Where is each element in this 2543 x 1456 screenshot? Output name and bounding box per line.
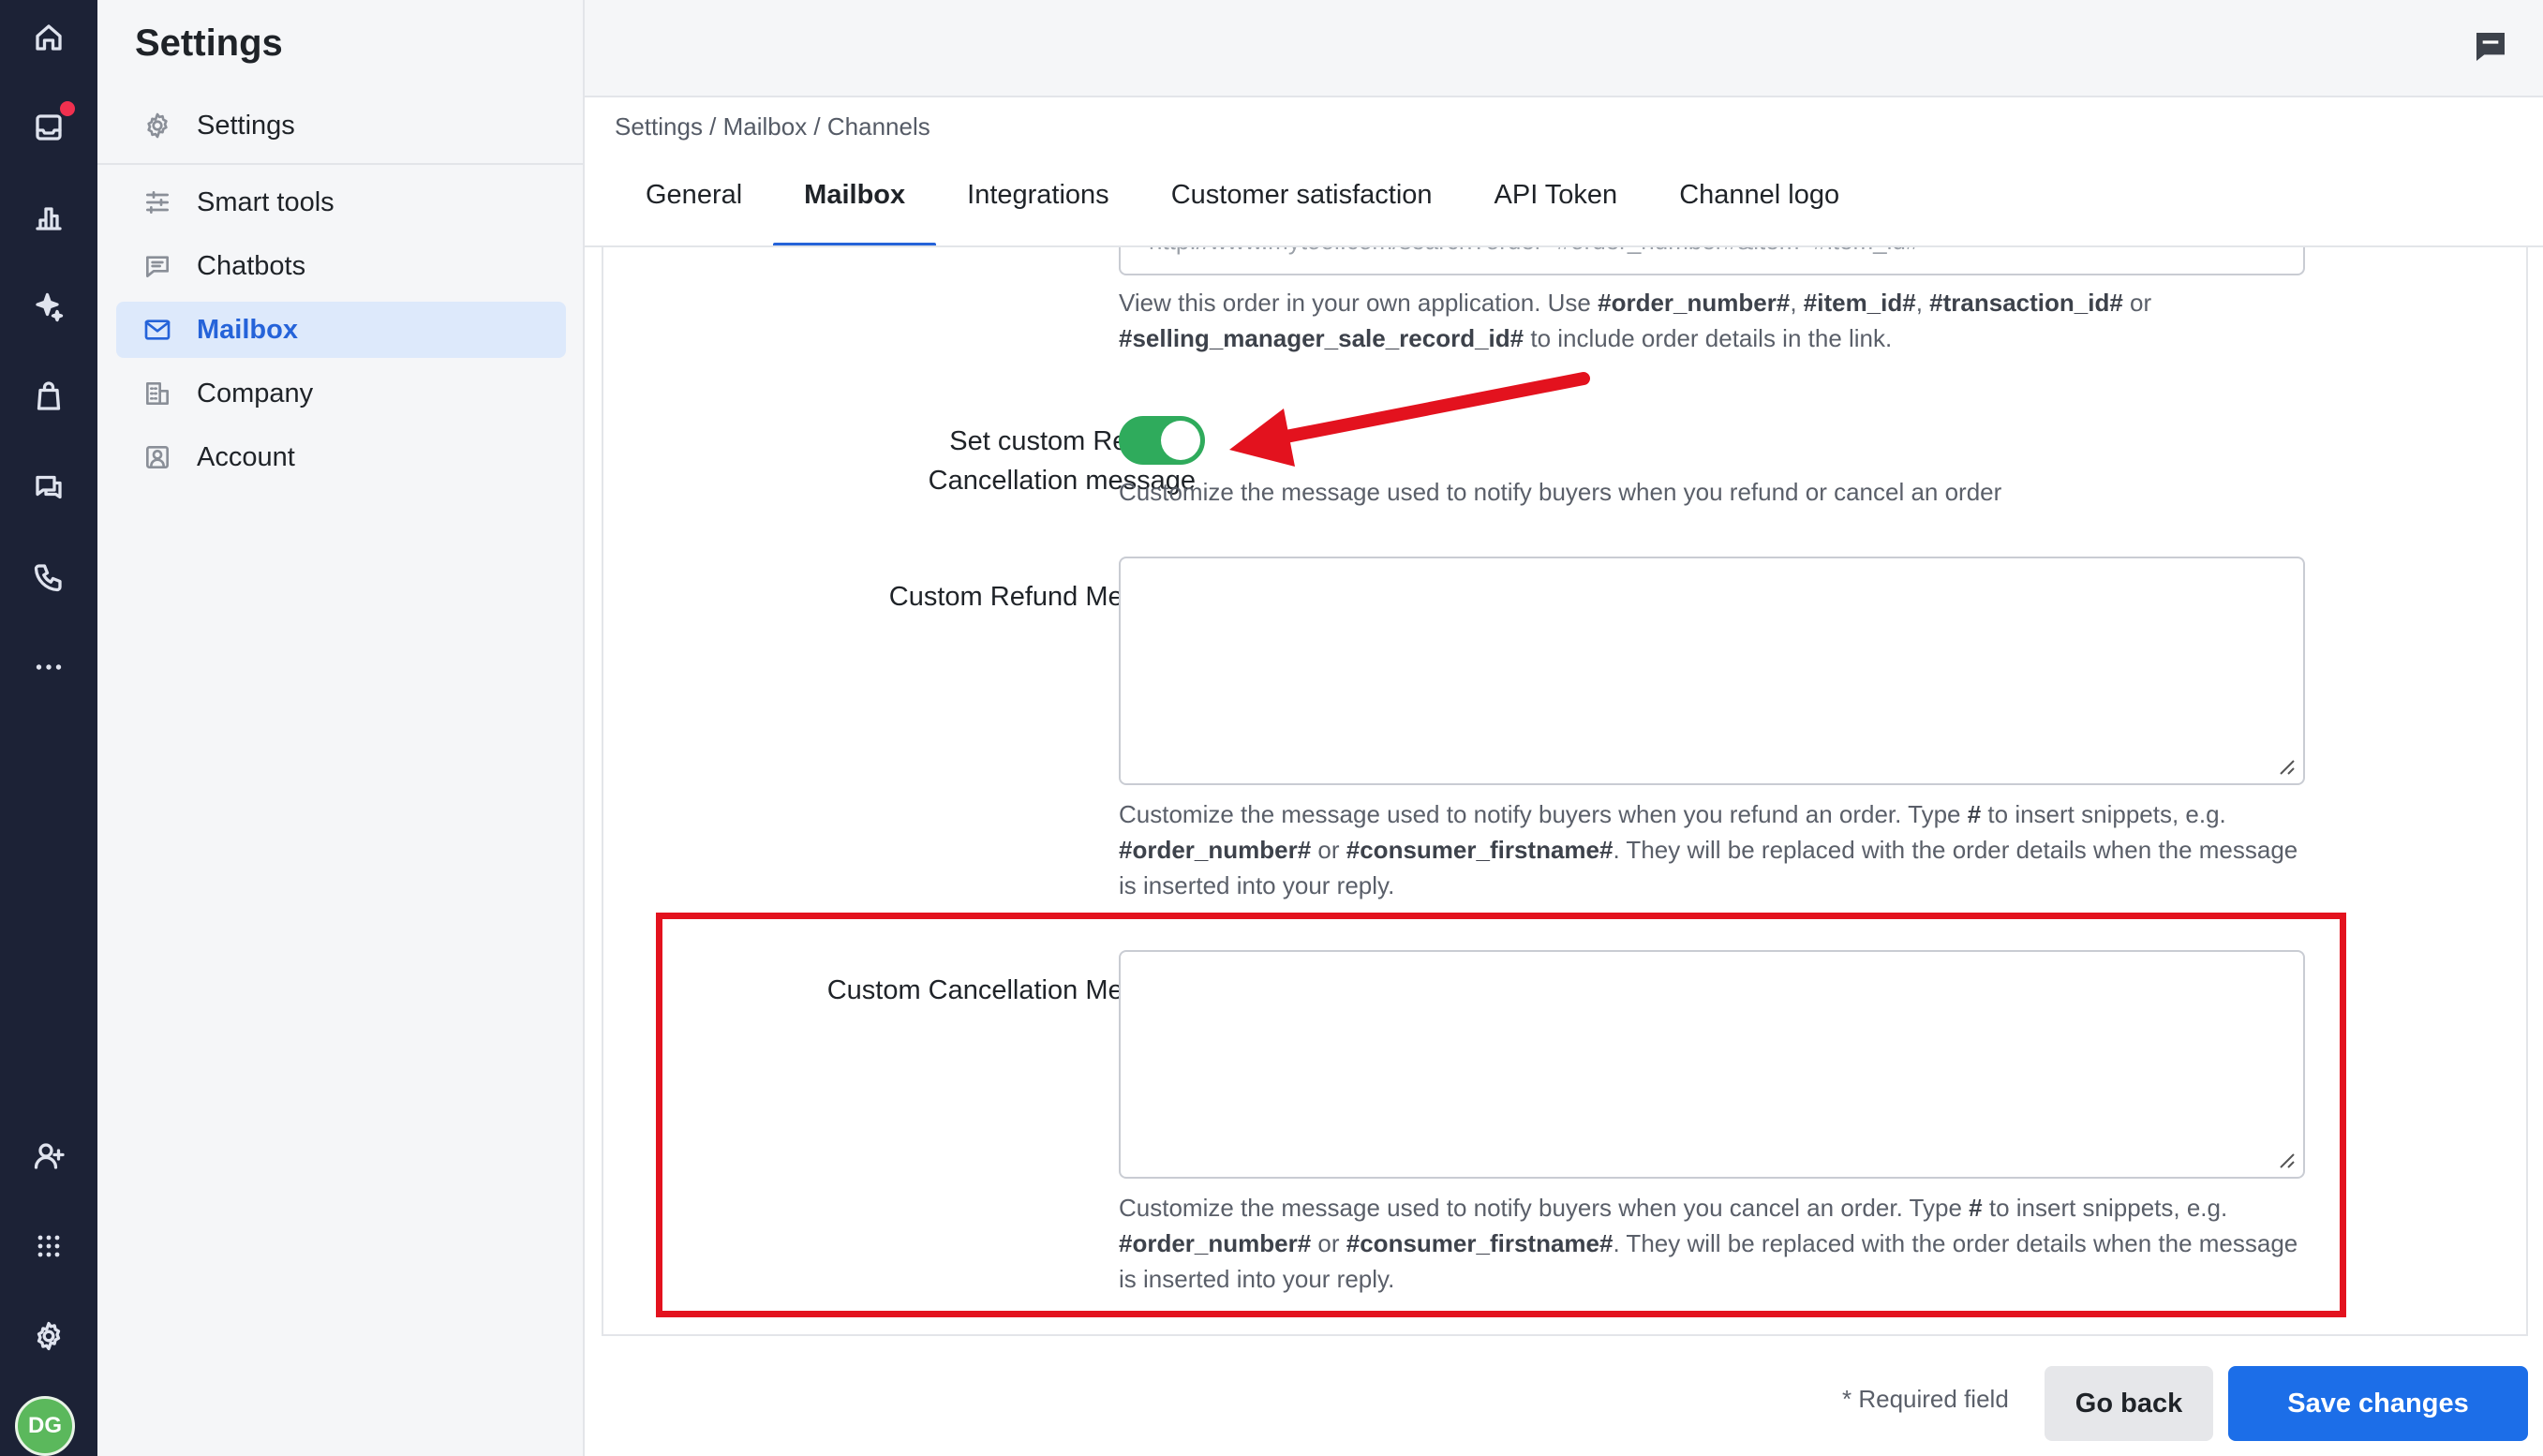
notification-dot (58, 99, 77, 118)
tab-customer-satisfaction[interactable]: Customer satisfaction (1140, 169, 1464, 247)
sidebar-item-mailbox[interactable]: Mailbox (116, 302, 566, 358)
phone-icon[interactable] (26, 555, 71, 600)
sidebar-item-label: Company (197, 378, 314, 409)
settings-gear-icon[interactable] (26, 1314, 71, 1359)
analytics-icon[interactable] (26, 195, 71, 240)
sidebar-item-settings[interactable]: Settings (116, 97, 566, 154)
sidebar-item-label: Chatbots (197, 250, 306, 281)
sidebar-item-label: Account (197, 441, 295, 472)
mail-icon (141, 313, 174, 347)
highlight-box (656, 913, 2346, 1317)
order-url-value: http://www.mytool.com/search?order=#orde… (1149, 247, 1919, 255)
order-url-help: View this order in your own application.… (1119, 289, 2152, 352)
sidebar-title: Settings (135, 22, 283, 64)
custom-toggle-help: Customize the message used to notify buy… (1119, 478, 2002, 506)
sidebar-item-label: Smart tools (197, 186, 335, 217)
chat-icon (141, 249, 174, 283)
gear-icon (141, 109, 174, 142)
sidebar-item-label: Settings (197, 110, 295, 141)
account-icon (141, 440, 174, 474)
sidebar-divider (97, 163, 583, 165)
save-changes-button[interactable]: Save changes (2228, 1366, 2528, 1441)
tab-api-token[interactable]: API Token (1464, 169, 1649, 247)
feedback-chat-icon[interactable] (2472, 28, 2509, 66)
sidebar-item-label: Mailbox (197, 314, 298, 345)
building-icon (141, 377, 174, 410)
breadcrumb: Settings / Mailbox / Channels (615, 112, 930, 141)
tab-channel-logo[interactable]: Channel logo (1648, 169, 1870, 247)
apps-grid-icon[interactable] (26, 1224, 71, 1269)
tab-mailbox[interactable]: Mailbox (773, 169, 937, 247)
sidebar-item-smart-tools[interactable]: Smart tools (116, 174, 566, 230)
custom-message-toggle[interactable] (1119, 416, 1205, 465)
orders-bag-icon[interactable] (26, 375, 71, 420)
order-url-input[interactable]: http://www.mytool.com/search?order=#orde… (1119, 247, 2305, 275)
refund-message-textarea[interactable] (1119, 557, 2305, 785)
conversations-icon[interactable] (26, 465, 71, 510)
top-bar (585, 0, 2543, 97)
settings-tabs: General Mailbox Integrations Customer sa… (615, 169, 1870, 247)
tab-general[interactable]: General (615, 169, 773, 247)
refund-message-help: Customize the message used to notify buy… (1119, 800, 2298, 899)
ai-sparkle-icon[interactable] (26, 285, 71, 330)
home-icon[interactable] (26, 15, 71, 60)
more-icon[interactable] (26, 645, 71, 690)
sidebar-item-company[interactable]: Company (116, 365, 566, 422)
go-back-button[interactable]: Go back (2045, 1366, 2213, 1441)
sidebar-item-account[interactable]: Account (116, 429, 566, 485)
app-nav-rail: DG (0, 0, 97, 1456)
inbox-icon[interactable] (26, 99, 77, 150)
annotation-arrow (1229, 372, 1590, 467)
tab-integrations[interactable]: Integrations (936, 169, 1140, 247)
user-avatar[interactable]: DG (15, 1396, 75, 1456)
invite-user-icon[interactable] (26, 1134, 71, 1179)
sliders-icon (141, 186, 174, 219)
resize-handle-icon[interactable] (2277, 757, 2296, 776)
sidebar-item-chatbots[interactable]: Chatbots (116, 238, 566, 294)
required-field-note: * Required field (1842, 1385, 2009, 1413)
settings-sidebar: Settings Settings Smart tools Chatbots M… (97, 0, 585, 1456)
